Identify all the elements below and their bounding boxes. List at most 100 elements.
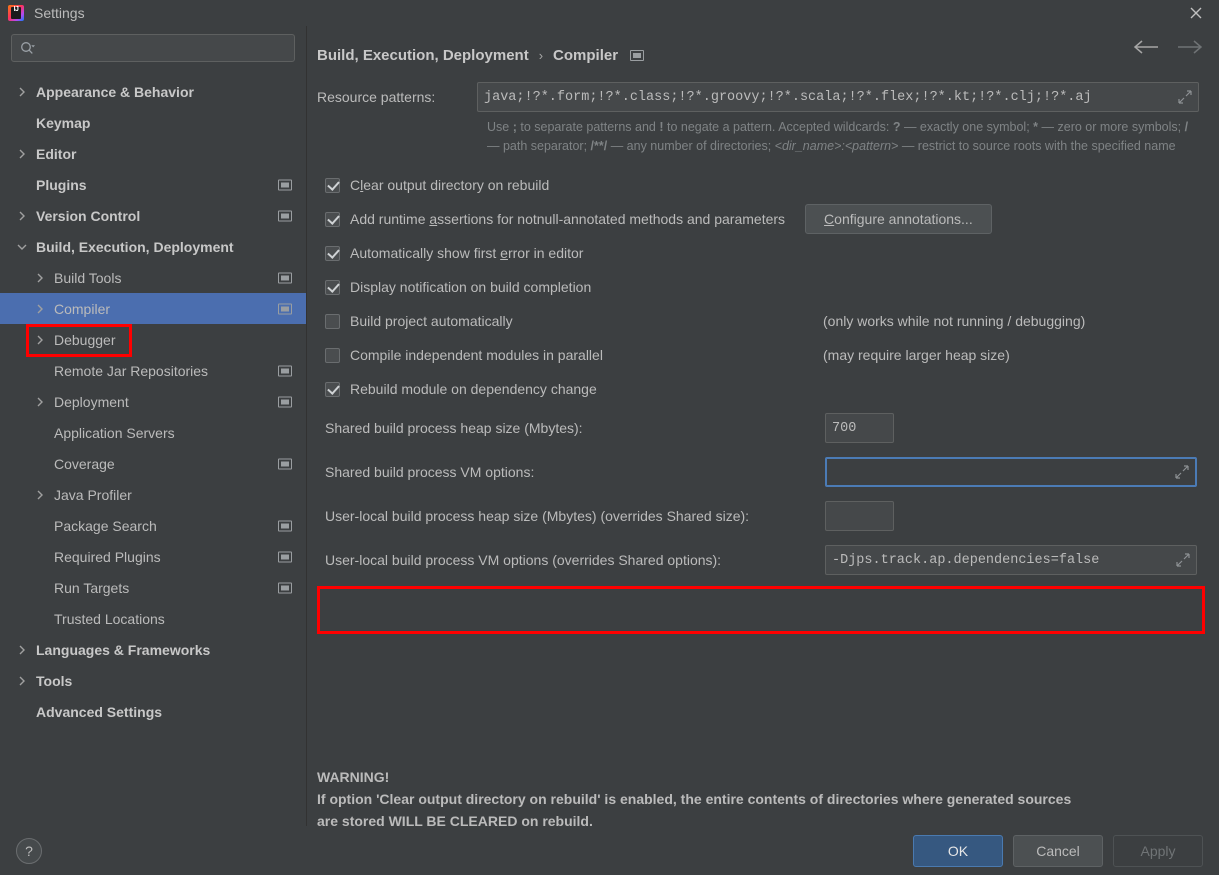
settings-sidebar: Appearance & Behavior Keymap Editor Plugins… (0, 26, 307, 826)
sidebar-item-appearance-behavior[interactable]: Appearance & Behavior (0, 76, 306, 107)
sidebar-item-build-tools[interactable]: Build Tools (0, 262, 306, 293)
sidebar-item-trusted-locations[interactable]: Trusted Locations (0, 603, 306, 634)
project-scope-icon (278, 551, 292, 562)
checkbox-automatically-show-first-error-in-editor[interactable] (325, 245, 340, 261)
sidebar-item-languages-frameworks[interactable]: Languages & Frameworks (0, 634, 306, 665)
local-vm-value: -Djps.track.ap.dependencies=false (832, 552, 1100, 568)
checkbox-clear-output-directory-on-rebuild[interactable] (325, 177, 340, 193)
checkbox-label[interactable]: Build project automatically (350, 313, 513, 329)
title-bar: IJ Settings (0, 0, 1219, 26)
local-vm-input[interactable]: -Djps.track.ap.dependencies=false (825, 545, 1197, 575)
forward-arrow-icon[interactable] (1177, 40, 1203, 54)
sidebar-item-label: Appearance & Behavior (36, 83, 194, 100)
expand-icon[interactable] (1176, 553, 1190, 567)
sidebar-item-compiler[interactable]: Compiler (0, 293, 306, 324)
hint-part-5: — zero or more symbols; (1038, 120, 1185, 134)
checkbox-label[interactable]: Add runtime assertions for notnull-annot… (350, 211, 785, 227)
hint-part-6: — path separator; (487, 139, 591, 153)
local-heap-row: User-local build process heap size (Mbyt… (325, 494, 1203, 538)
chevron-right-icon[interactable] (32, 335, 48, 345)
checkbox-label[interactable]: Automatically show first error in editor (350, 245, 583, 261)
search-box[interactable] (11, 34, 295, 62)
checkbox-row: Display notification on build completion (325, 270, 1203, 304)
back-arrow-icon[interactable] (1133, 40, 1159, 54)
sidebar-item-label: Build Tools (54, 269, 122, 286)
expand-icon[interactable] (1178, 90, 1192, 104)
chevron-right-icon[interactable] (32, 490, 48, 500)
sidebar-item-debugger[interactable]: Debugger (0, 324, 306, 355)
local-heap-label: User-local build process heap size (Mbyt… (325, 508, 750, 524)
logo-text: IJ (13, 6, 19, 13)
resource-patterns-input[interactable]: java;!?*.form;!?*.class;!?*.groovy;!?*.s… (477, 82, 1199, 112)
chevron-right-icon[interactable] (32, 304, 48, 314)
close-icon[interactable] (1173, 0, 1219, 26)
sidebar-item-remote-jar-repositories[interactable]: Remote Jar Repositories (0, 355, 306, 386)
chevron-right-icon[interactable] (32, 273, 48, 283)
sidebar-item-run-targets[interactable]: Run Targets (0, 572, 306, 603)
chevron-right-icon[interactable] (32, 397, 48, 407)
checkbox-compile-independent-modules-in-parallel[interactable] (325, 347, 340, 363)
sidebar-item-tools[interactable]: Tools (0, 665, 306, 696)
sidebar-item-required-plugins[interactable]: Required Plugins (0, 541, 306, 572)
sidebar-item-label: Languages & Frameworks (36, 641, 211, 658)
sidebar-item-keymap[interactable]: Keymap (0, 107, 306, 138)
footer-buttons: OK Cancel Apply (913, 834, 1203, 867)
breadcrumb: Build, Execution, Deployment › Compiler (317, 32, 1203, 78)
chevron-right-icon[interactable] (14, 676, 30, 686)
sidebar-item-java-profiler[interactable]: Java Profiler (0, 479, 306, 510)
shared-vm-label: Shared build process VM options: (325, 464, 535, 480)
expand-icon[interactable] (1175, 465, 1189, 479)
sidebar-item-plugins[interactable]: Plugins (0, 169, 306, 200)
search-input[interactable] (42, 40, 286, 56)
checkbox-row: Build project automatically (only works w… (325, 304, 1203, 338)
chevron-right-icon[interactable] (14, 211, 30, 221)
sidebar-item-coverage[interactable]: Coverage (0, 448, 306, 479)
shared-vm-input[interactable] (825, 457, 1197, 487)
sidebar-item-label: Plugins (36, 176, 87, 193)
configure-annotations-button[interactable]: Configure annotations... (805, 204, 992, 234)
sidebar-item-deployment[interactable]: Deployment (0, 386, 306, 417)
checkbox-label[interactable]: Compile independent modules in parallel (350, 347, 603, 363)
chevron-right-icon[interactable] (14, 87, 30, 97)
sidebar-item-label: Debugger (54, 331, 116, 348)
sidebar-item-package-search[interactable]: Package Search (0, 510, 306, 541)
sidebar-item-application-servers[interactable]: Application Servers (0, 417, 306, 448)
checkbox-label[interactable]: Clear output directory on rebuild (350, 177, 549, 193)
checkbox-row: Automatically show first error in editor (325, 236, 1203, 270)
label-pre: C (350, 177, 361, 193)
sidebar-item-version-control[interactable]: Version Control (0, 200, 306, 231)
checkbox-add-runtime-assertions-for-notnull-annotated-methods-and-parameters[interactable] (325, 211, 340, 227)
label-pre: Automatically show first (350, 245, 501, 261)
sidebar-item-label: Coverage (54, 455, 115, 472)
checkbox-row: Compile independent modules in parallel (… (325, 338, 1203, 372)
sidebar-item-editor[interactable]: Editor (0, 138, 306, 169)
project-scope-icon (278, 396, 292, 407)
project-scope-icon (278, 365, 292, 376)
checkbox-build-project-automatically[interactable] (325, 313, 340, 329)
sidebar-item-build-execution-deployment[interactable]: Build, Execution, Deployment (0, 231, 306, 262)
sidebar-item-label: Tools (36, 672, 73, 689)
breadcrumb-root[interactable]: Build, Execution, Deployment (317, 47, 529, 64)
chevron-right-icon[interactable] (14, 149, 30, 159)
chevron-down-icon[interactable] (14, 242, 30, 252)
checkbox-rebuild-module-on-dependency-change[interactable] (325, 381, 340, 397)
navigation-arrows (1133, 40, 1203, 54)
checkbox-display-notification-on-build-completion[interactable] (325, 279, 340, 295)
chevron-right-icon[interactable] (14, 645, 30, 655)
sidebar-item-label: Advanced Settings (36, 703, 163, 720)
label-mnemonic: e (500, 245, 508, 261)
search-wrapper (0, 34, 306, 62)
search-icon (20, 41, 36, 55)
cancel-button[interactable]: Cancel (1013, 834, 1103, 867)
local-heap-input[interactable] (825, 501, 894, 531)
checkbox-label[interactable]: Display notification on build completion (350, 279, 591, 295)
shared-heap-value: 700 (832, 420, 857, 436)
shared-heap-input[interactable]: 700 (825, 413, 894, 443)
sidebar-item-advanced-settings[interactable]: Advanced Settings (0, 696, 306, 727)
label-post: ssertions for notnull-annotated methods … (437, 211, 786, 227)
shared-heap-row: Shared build process heap size (Mbytes):… (325, 406, 1203, 450)
shared-vm-row: Shared build process VM options: (325, 450, 1203, 494)
help-button[interactable]: ? (16, 837, 42, 864)
checkbox-label[interactable]: Rebuild module on dependency change (350, 381, 597, 397)
ok-button[interactable]: OK (913, 834, 1003, 867)
